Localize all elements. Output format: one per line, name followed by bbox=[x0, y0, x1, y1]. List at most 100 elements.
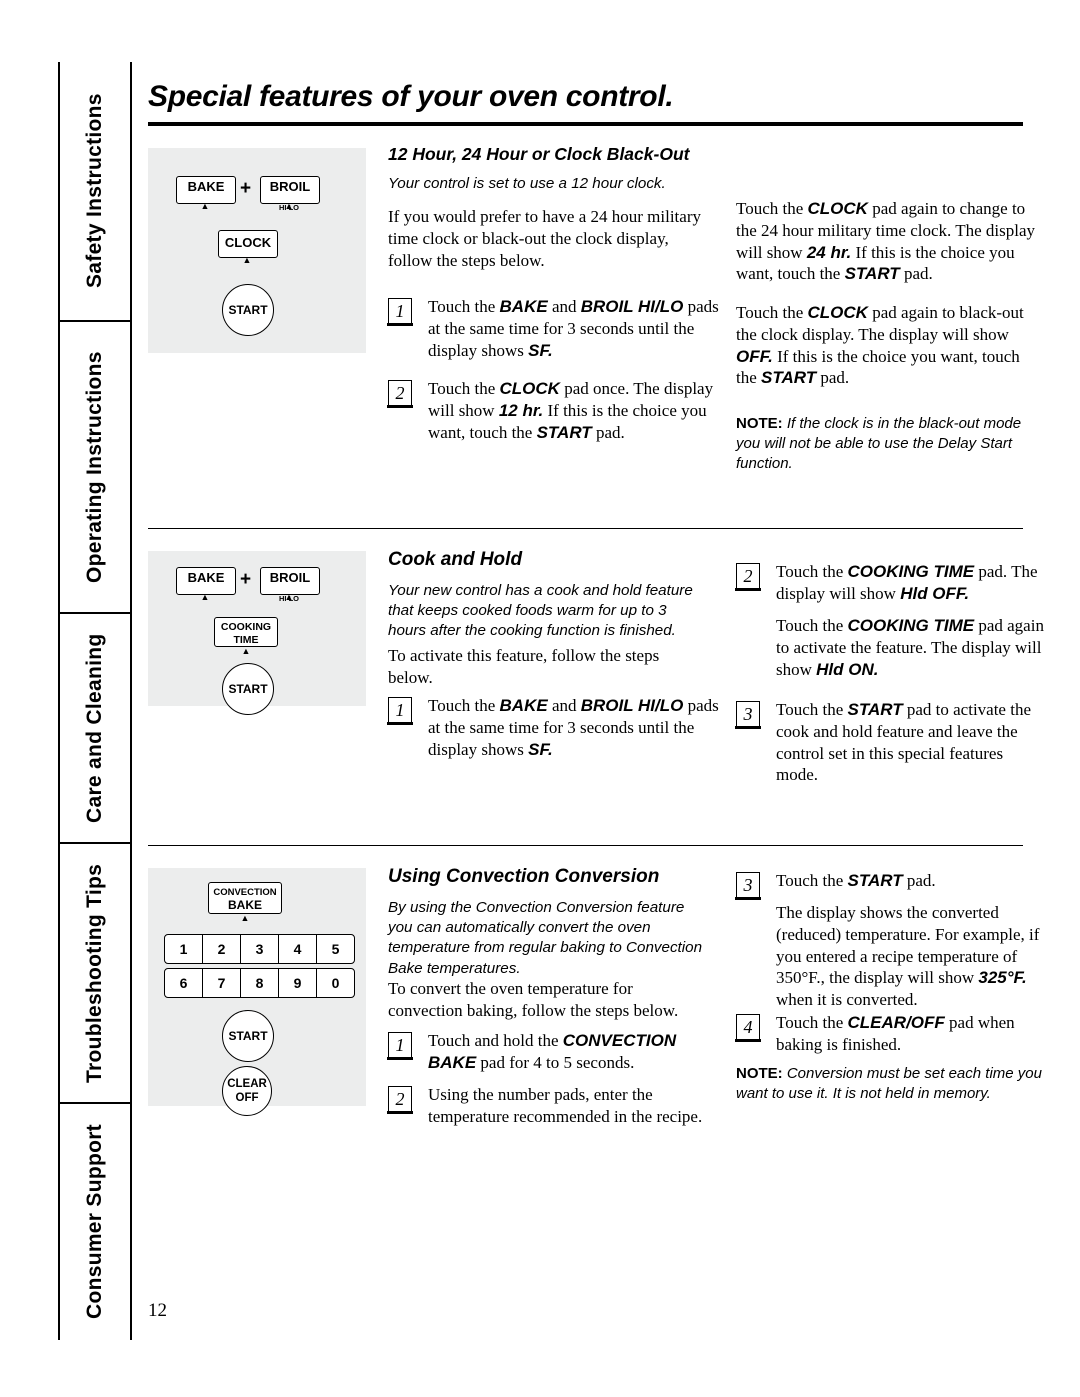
step-number-2: 2 bbox=[387, 380, 413, 408]
note-clock-blackout: NOTE: If the clock is in the black-out m… bbox=[736, 415, 1022, 472]
cooking-time-pad-arrow: ▲ bbox=[241, 646, 251, 656]
number-key-5[interactable]: 5 bbox=[317, 935, 354, 963]
sidebar-item-care-and-cleaning[interactable]: Care and Cleaning bbox=[60, 614, 130, 842]
section-intro-clock: Your control is set to use a 12 hour clo… bbox=[388, 175, 666, 192]
sidebar: Safety Instructions Operating Instructio… bbox=[58, 62, 132, 1340]
section-heading-clock-blackout: 12 Hour, 24 Hour or Clock Black-Out bbox=[388, 144, 690, 164]
bake-label: BAKE bbox=[499, 696, 548, 715]
sidebar-item-troubleshooting-tips[interactable]: Troubleshooting Tips bbox=[60, 844, 130, 1102]
bake-label: BAKE bbox=[499, 297, 548, 316]
step-text-1-cook-hold: Touch the BAKE and BROIL HI/LO pads at t… bbox=[428, 696, 719, 759]
number-key-0[interactable]: 0 bbox=[317, 969, 354, 997]
step-number-1: 1 bbox=[387, 1032, 413, 1060]
section-paragraph-convection: To convert the oven temperature for conv… bbox=[388, 979, 679, 1020]
start-pad[interactable]: START bbox=[222, 1010, 274, 1062]
right-step-text-3-convection: Touch the START pad. bbox=[776, 871, 936, 890]
right-paragraph-2-clock: Touch the CLOCK pad again to black-out t… bbox=[736, 303, 1024, 388]
step-number-2: 2 bbox=[387, 1086, 413, 1114]
note-label: NOTE: bbox=[736, 415, 783, 432]
step-number-1: 1 bbox=[387, 697, 413, 725]
broil-hi-lo-label: BROIL HI/LO bbox=[580, 297, 684, 316]
right-step-text-3-cook-hold: Touch the START pad to activate the cook… bbox=[776, 700, 1031, 785]
section-paragraph-clock: If you would prefer to have a 24 hour mi… bbox=[388, 207, 701, 270]
bake-pad[interactable]: BAKE bbox=[176, 176, 236, 204]
main-content: Special features of your oven control. B… bbox=[148, 62, 1044, 1166]
bake-pad-arrow: ▲ bbox=[200, 592, 210, 602]
note-convection: NOTE: Conversion must be set each time y… bbox=[736, 1065, 1042, 1102]
number-pad-row-1[interactable]: 1 2 3 4 5 bbox=[164, 934, 355, 964]
number-pad-row-2[interactable]: 6 7 8 9 0 bbox=[164, 968, 355, 998]
bake-pad[interactable]: BAKE bbox=[176, 567, 236, 595]
clock-label: CLOCK bbox=[499, 379, 560, 398]
off-label: OFF. bbox=[736, 346, 773, 366]
step-number-1: 1 bbox=[387, 298, 413, 326]
step-text-2-convection: Using the number pads, enter the tempera… bbox=[428, 1085, 703, 1126]
number-key-3[interactable]: 3 bbox=[241, 935, 279, 963]
number-key-7[interactable]: 7 bbox=[203, 969, 241, 997]
start-label: START bbox=[761, 368, 817, 388]
section-intro-cook-hold: Your new control has a cook and hold fea… bbox=[388, 582, 693, 640]
sf-label: SF. bbox=[528, 739, 553, 759]
section-heading-convection-conversion: Using Convection Conversion bbox=[388, 866, 660, 887]
number-key-8[interactable]: 8 bbox=[241, 969, 279, 997]
section-paragraph-cook-hold: To activate this feature, follow the ste… bbox=[388, 646, 660, 687]
number-key-6[interactable]: 6 bbox=[165, 969, 203, 997]
step-text-1-clock: Touch the BAKE and BROIL HI/LO pads at t… bbox=[428, 297, 719, 360]
manual-page: Safety Instructions Operating Instructio… bbox=[0, 0, 1080, 1397]
control-pad-illustration-clock: BAKE ▲ + BROIL HI LO ▲ CLOCK ▲ START bbox=[148, 148, 366, 353]
start-pad[interactable]: START bbox=[222, 284, 274, 336]
clock-pad-arrow: ▲ bbox=[242, 255, 252, 265]
right-step-text-2-cook-hold: Touch the COOKING TIME pad. The display … bbox=[776, 562, 1038, 603]
clock-label: CLOCK bbox=[807, 199, 868, 218]
broil-hi-lo-pad[interactable]: BROIL bbox=[260, 176, 320, 204]
clear-off-label: CLEAR/OFF bbox=[847, 1013, 945, 1032]
sidebar-item-consumer-support[interactable]: Consumer Support bbox=[60, 1104, 130, 1340]
section-heading-cook-and-hold: Cook and Hold bbox=[388, 549, 523, 570]
broil-pad-arrow: ▲ bbox=[284, 592, 294, 602]
broil-hi-lo-label: BROIL HI/LO bbox=[580, 696, 684, 715]
sf-label: SF. bbox=[528, 340, 553, 360]
note-label: NOTE: bbox=[736, 1065, 783, 1082]
start-pad[interactable]: START bbox=[222, 663, 274, 715]
start-label: START bbox=[847, 871, 903, 890]
hld-off-label: Hld OFF. bbox=[900, 583, 970, 603]
number-key-2[interactable]: 2 bbox=[203, 935, 241, 963]
plus-sign: + bbox=[240, 178, 252, 199]
sidebar-item-safety-instructions[interactable]: Safety Instructions bbox=[60, 62, 130, 320]
clear-off-pad[interactable]: CLEAR OFF bbox=[222, 1066, 272, 1116]
broil-hi-lo-pad[interactable]: BROIL bbox=[260, 567, 320, 595]
sidebar-item-operating-instructions[interactable]: Operating Instructions bbox=[60, 322, 130, 612]
step-text-2-clock: Touch the CLOCK pad once. The display wi… bbox=[428, 379, 714, 442]
control-pad-illustration-cook-hold: BAKE ▲ + BROIL HI LO ▲ COOKING TIME ▲ ST… bbox=[148, 551, 366, 715]
right-paragraph-cook-hold: Touch the COOKING TIME pad again to acti… bbox=[776, 616, 1044, 679]
step-number-3: 3 bbox=[735, 872, 761, 900]
section-cook-and-hold: BAKE ▲ + BROIL HI LO ▲ COOKING TIME ▲ ST… bbox=[148, 529, 1044, 819]
converted-temp-label: 325°F. bbox=[978, 968, 1027, 988]
convection-bake-pad[interactable]: CONVECTION BAKE bbox=[208, 882, 282, 914]
page-title: Special features of your oven control. bbox=[148, 80, 674, 113]
cooking-time-label: COOKING TIME bbox=[847, 562, 975, 581]
cooking-time-label: COOKING TIME bbox=[847, 616, 975, 635]
step-number-2: 2 bbox=[735, 563, 761, 591]
step-number-4: 4 bbox=[735, 1014, 761, 1042]
number-key-1[interactable]: 1 bbox=[165, 935, 203, 963]
plus-sign: + bbox=[240, 569, 252, 590]
clock-pad[interactable]: CLOCK bbox=[218, 230, 278, 258]
step-text-1-convection: Touch and hold the CONVECTION BAKE pad f… bbox=[428, 1031, 677, 1072]
start-label: START bbox=[536, 422, 592, 442]
convection-bake-pad-arrow: ▲ bbox=[240, 913, 250, 923]
broil-pad-arrow: ▲ bbox=[284, 201, 294, 211]
section-intro-convection: By using the Convection Conversion featu… bbox=[388, 899, 703, 977]
page-number: 12 bbox=[148, 1300, 167, 1321]
clock-label: CLOCK bbox=[807, 303, 868, 322]
number-key-4[interactable]: 4 bbox=[279, 935, 317, 963]
section-convection-conversion: CONVECTION BAKE ▲ 1 2 3 4 5 6 7 8 9 0 ST… bbox=[148, 846, 1042, 1166]
step-number-3: 3 bbox=[735, 701, 761, 729]
right-paragraph-convection: The display shows the converted (reduced… bbox=[776, 903, 1040, 1009]
cooking-time-pad[interactable]: COOKING TIME bbox=[214, 617, 278, 647]
right-step-text-4-convection: Touch the CLEAR/OFF pad when baking is f… bbox=[776, 1013, 1015, 1054]
bake-pad-arrow: ▲ bbox=[200, 201, 210, 211]
number-key-9[interactable]: 9 bbox=[279, 969, 317, 997]
twentyfour-hr-label: 24 hr. bbox=[806, 242, 852, 262]
control-pad-illustration-convection: CONVECTION BAKE ▲ 1 2 3 4 5 6 7 8 9 0 ST… bbox=[148, 868, 366, 1116]
